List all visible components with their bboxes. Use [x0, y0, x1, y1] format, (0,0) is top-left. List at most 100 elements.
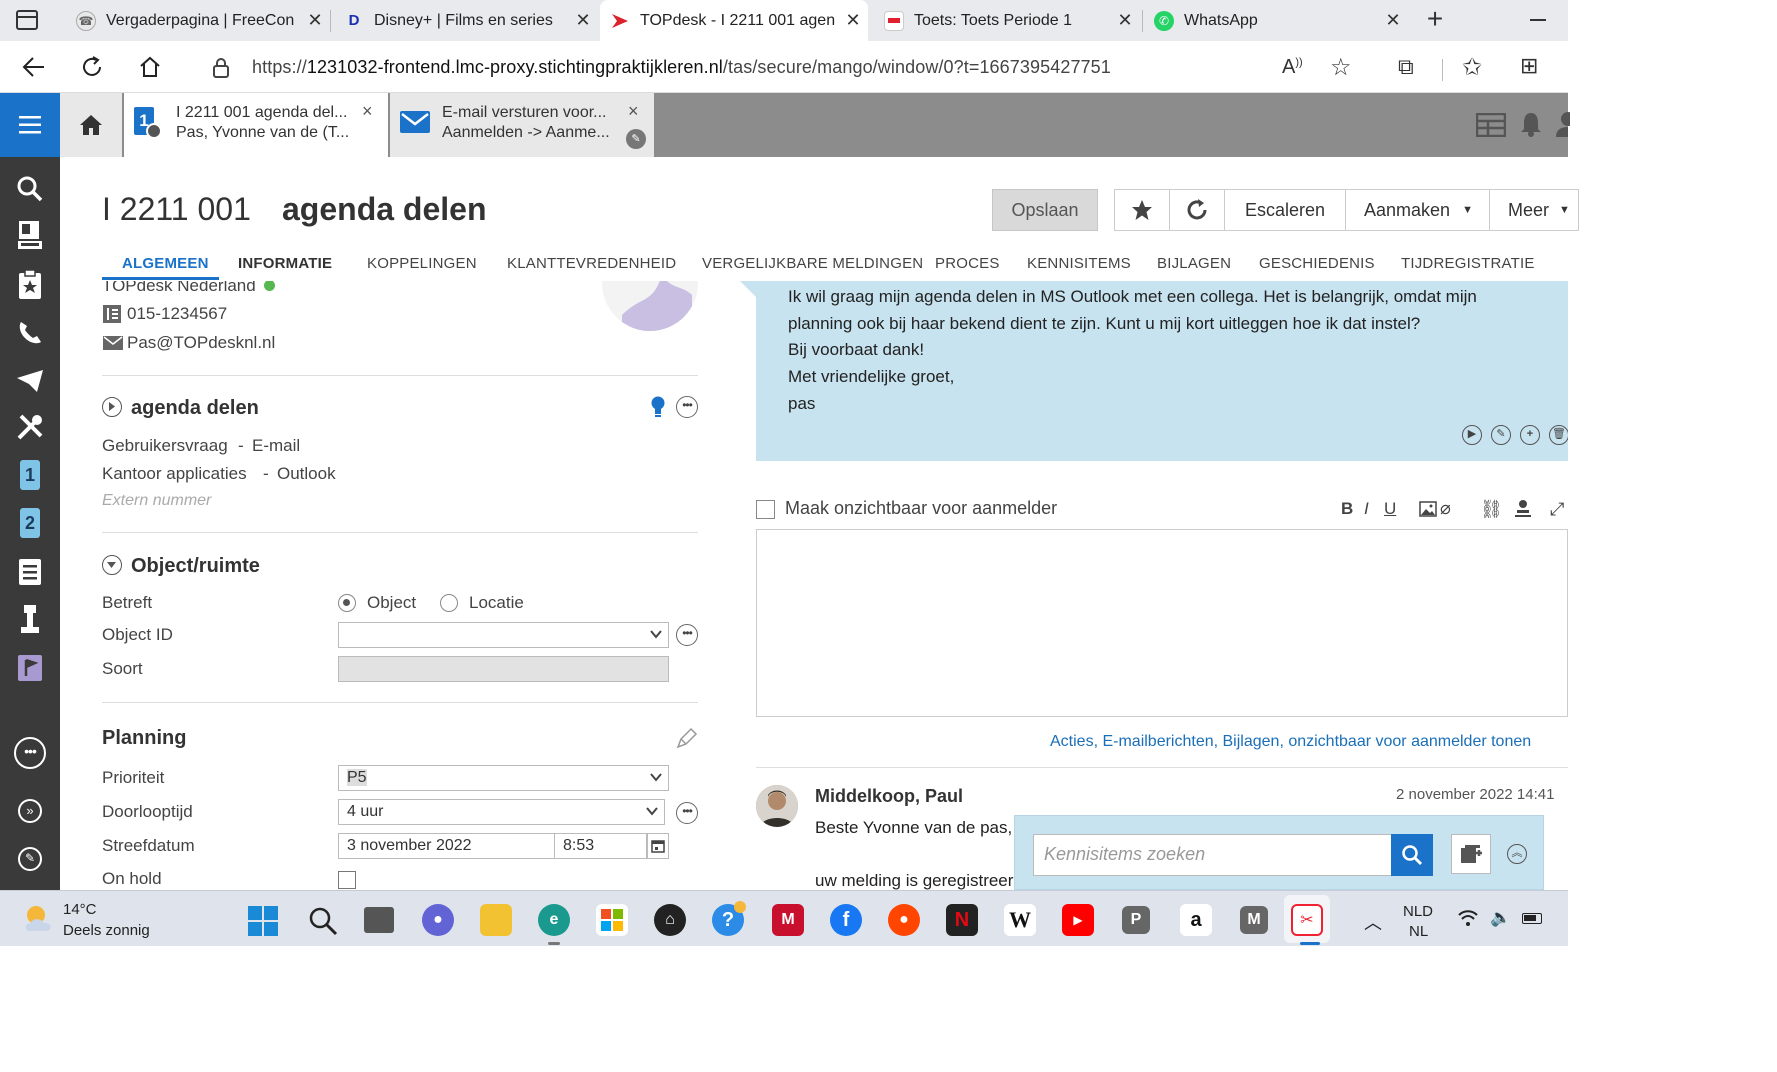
lock-icon[interactable] — [212, 57, 230, 79]
checklist-icon[interactable] — [0, 551, 60, 591]
more-options-icon[interactable]: ••• — [676, 802, 698, 824]
chevron-up-icon[interactable]: ︿ — [1364, 909, 1382, 935]
new-tab-button[interactable]: + — [1420, 4, 1450, 36]
edit-icon[interactable]: ✎ — [1491, 425, 1511, 445]
target-time-field[interactable]: 8:53 — [554, 833, 647, 859]
app-tab-email[interactable]: E-mail versturen voor... Aanmelden -> Aa… — [390, 93, 654, 157]
attachment-icon[interactable]: ⌀ — [1440, 498, 1451, 519]
image-icon[interactable] — [1419, 501, 1437, 522]
snipping-tool-icon[interactable]: ✂ — [1291, 904, 1323, 936]
more-options-icon[interactable]: ••• — [676, 624, 698, 646]
category[interactable]: Gebruikersvraag — [102, 436, 228, 456]
read-aloud-icon[interactable]: A)) — [1282, 56, 1303, 79]
browser-tab-topdesk[interactable]: TOPdesk - I 2211 001 agen ✕ — [600, 0, 868, 41]
mcafee-icon[interactable]: M — [772, 904, 804, 936]
tools-icon[interactable] — [0, 407, 60, 447]
priority-select[interactable]: P5 — [338, 765, 669, 791]
refresh-button[interactable] — [74, 49, 110, 85]
start-icon[interactable] — [248, 906, 278, 941]
lightbulb-icon[interactable] — [650, 396, 666, 423]
app-m-icon[interactable]: M — [1240, 906, 1268, 934]
subcategory-2[interactable]: Outlook — [277, 464, 336, 484]
more-button[interactable]: Meer ▼ — [1489, 189, 1579, 231]
teams-chat-icon[interactable]: ● — [422, 904, 454, 936]
link-icon[interactable]: ⛓ — [1480, 499, 1503, 520]
close-icon[interactable]: ✕ — [1110, 10, 1140, 31]
close-icon[interactable]: ✕ — [568, 10, 598, 31]
tower-icon[interactable] — [0, 599, 60, 639]
subcategory[interactable]: E-mail — [252, 436, 300, 456]
fullscreen-icon[interactable]: ⤢ — [1550, 499, 1564, 520]
menu-button[interactable] — [0, 93, 60, 157]
caller-organisation[interactable]: TOPdesk Nederland — [102, 281, 256, 296]
second-line-icon[interactable]: 2 — [0, 503, 60, 543]
action-text-editor[interactable] — [756, 529, 1568, 717]
expand-section-icon[interactable] — [102, 555, 122, 575]
facebook-icon[interactable]: f — [830, 904, 862, 936]
app-tab-incident[interactable]: 1 I 2211 001 agenda del... Pas, Yvonne v… — [124, 93, 388, 157]
target-date-field[interactable]: 3 november 2022 — [338, 833, 556, 859]
phone-icon[interactable] — [0, 313, 60, 353]
delete-icon[interactable]: 🗑 — [1549, 425, 1568, 445]
cards-icon[interactable] — [0, 215, 60, 255]
save-button[interactable]: Opslaan — [992, 189, 1098, 231]
upload-icon[interactable] — [1514, 499, 1532, 522]
tab-similar[interactable]: VERGELIJKBARE MELDINGEN — [702, 255, 923, 272]
browser-tab-disney[interactable]: D Disney+ | Films en series ✕ — [334, 0, 598, 41]
wikipedia-icon[interactable]: W — [1004, 904, 1036, 936]
language-secondary[interactable]: NL — [1409, 923, 1428, 940]
collapse-section-icon[interactable] — [102, 397, 122, 417]
url-field[interactable]: https://1231032-frontend.lmc-proxy.stich… — [188, 47, 1388, 87]
tab-history[interactable]: GESCHIEDENIS — [1259, 255, 1375, 272]
extensions-icon[interactable]: ⧉ — [1398, 54, 1414, 80]
close-tab-icon[interactable]: × — [362, 101, 373, 122]
caller-email[interactable]: Pas@TOPdesknl.nl — [127, 333, 275, 353]
task-view-icon[interactable] — [364, 907, 394, 933]
more-options-icon[interactable]: ••• — [676, 396, 698, 418]
expand-sidebar-icon[interactable]: » — [0, 791, 60, 831]
object-id-select[interactable] — [338, 622, 669, 648]
calendar-icon[interactable] — [647, 833, 669, 859]
duration-select[interactable]: 4 uur — [338, 799, 665, 825]
tab-information[interactable]: INFORMATIE — [238, 255, 332, 272]
wifi-icon[interactable] — [1458, 909, 1478, 932]
flag-board-icon[interactable] — [0, 647, 60, 687]
tab-attachments[interactable]: BIJLAGEN — [1157, 255, 1231, 272]
edit-mode-icon[interactable]: ✎ — [0, 839, 60, 879]
italic-icon[interactable]: I — [1364, 499, 1369, 519]
search-icon[interactable] — [0, 169, 60, 209]
browser-tab-freeconference[interactable]: ☎ Vergaderpagina | FreeCon ✕ — [66, 0, 330, 41]
first-line-icon[interactable]: 1 — [0, 455, 60, 495]
home-button[interactable] — [132, 49, 168, 85]
youtube-icon[interactable]: ▶ — [1062, 904, 1094, 936]
close-icon[interactable]: ✕ — [300, 10, 330, 31]
user-icon[interactable] — [1556, 111, 1575, 142]
close-icon[interactable]: ✕ — [838, 10, 868, 31]
search-button[interactable] — [1391, 834, 1433, 876]
bell-icon[interactable] — [1520, 111, 1542, 142]
invisible-checkbox[interactable] — [756, 500, 775, 519]
escalate-button[interactable]: Escaleren — [1224, 189, 1346, 231]
favorite-button[interactable] — [1114, 189, 1170, 231]
tab-general[interactable]: ALGEMEEN — [122, 255, 209, 272]
volume-icon[interactable]: 🔈 — [1490, 908, 1511, 928]
radio-object[interactable] — [338, 594, 356, 612]
external-number-field[interactable]: Extern nummer — [102, 492, 211, 510]
browser-tab-toets[interactable]: Toets: Toets Periode 1 ✕ — [874, 0, 1140, 41]
onhold-checkbox[interactable] — [338, 871, 356, 889]
add-favorite-icon[interactable]: ☆ — [1330, 53, 1352, 82]
starred-clipboard-icon[interactable] — [0, 265, 60, 305]
search-icon[interactable] — [308, 906, 338, 941]
knowledge-search-input[interactable]: Kennisitems zoeken — [1033, 834, 1393, 876]
radio-location[interactable] — [440, 594, 458, 612]
browser-tab-whatsapp[interactable]: ✆ WhatsApp ✕ — [1144, 0, 1408, 41]
tab-links[interactable]: KOPPELINGEN — [367, 255, 477, 272]
collections-icon[interactable]: ⊞ — [1520, 53, 1538, 79]
edge-icon[interactable]: e — [538, 904, 570, 936]
tab-satisfaction[interactable]: KLANTTEVREDENHEID — [507, 255, 676, 272]
store-icon[interactable] — [596, 904, 628, 936]
app-p-icon[interactable]: P — [1122, 906, 1150, 934]
send-icon[interactable] — [0, 361, 60, 401]
dashboard-icon[interactable] — [1475, 112, 1507, 142]
battery-icon[interactable] — [1522, 913, 1542, 924]
